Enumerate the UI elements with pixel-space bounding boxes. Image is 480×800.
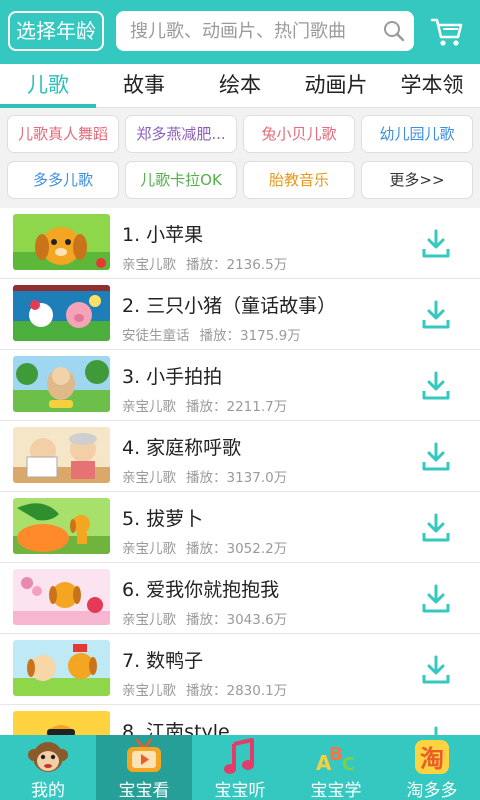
chip-dance[interactable]: 儿歌真人舞蹈	[7, 115, 119, 153]
list-item[interactable]: 8. 江南style	[0, 705, 480, 735]
play-count: 播放：2830.1万	[186, 683, 288, 699]
download-icon[interactable]	[420, 370, 452, 402]
nav-item-learn[interactable]: A B C 宝宝学	[288, 735, 384, 800]
song-meta: 亲宝儿歌 播放：3043.6万	[122, 608, 287, 628]
song-title: 2. 三只小猪（童话故事）	[122, 295, 337, 317]
list-item[interactable]: 2. 三只小猪（童话故事） 安徒生童话 播放：3175.9万	[0, 279, 480, 350]
song-title: 8. 江南style	[122, 721, 230, 735]
tao-icon: 淘	[415, 740, 449, 774]
nav-label: 宝宝学	[310, 781, 362, 800]
song-thumbnail	[13, 711, 110, 735]
play-count: 播放：3137.0万	[186, 470, 288, 486]
song-source: 亲宝儿歌	[122, 399, 176, 415]
download-icon[interactable]	[420, 725, 452, 735]
abc-icon: A B C	[316, 744, 355, 775]
play-count: 播放：3052.2万	[186, 541, 288, 557]
nav-label: 淘多多	[406, 781, 458, 800]
tab-stories[interactable]: 故事	[96, 64, 192, 108]
song-title: 6. 爱我你就抱抱我	[122, 579, 280, 601]
nav-label: 宝宝看	[118, 781, 170, 800]
song-thumbnail	[13, 569, 110, 625]
song-meta: 亲宝儿歌 播放：3137.0万	[122, 466, 287, 486]
song-meta: 安徒生童话 播放：3175.9万	[122, 324, 301, 344]
chip-duoduo[interactable]: 多多儿歌	[7, 161, 119, 199]
quick-category-chips: 儿歌真人舞蹈 郑多燕减肥... 兔小贝儿歌 幼儿园儿歌 多多儿歌 儿歌卡拉OK …	[0, 108, 480, 208]
song-source: 亲宝儿歌	[122, 683, 176, 699]
download-icon[interactable]	[420, 654, 452, 686]
shopping-cart-icon[interactable]	[430, 14, 464, 48]
nav-item-mine[interactable]: 我的	[0, 735, 96, 800]
download-icon[interactable]	[420, 441, 452, 473]
chip-kindergarten[interactable]: 幼儿园儿歌	[361, 115, 473, 153]
play-count: 播放：2136.5万	[186, 257, 288, 273]
music-note-icon	[224, 738, 254, 774]
song-title: 7. 数鸭子	[122, 650, 204, 672]
category-tabs: 儿歌 故事 绘本 动画片 学本领	[0, 64, 480, 108]
song-thumbnail	[13, 427, 110, 483]
select-age-button[interactable]: 选择年龄	[8, 11, 104, 51]
list-item[interactable]: 3. 小手拍拍 亲宝儿歌 播放：2211.7万	[0, 350, 480, 421]
search-icon[interactable]	[382, 19, 406, 43]
download-icon[interactable]	[420, 583, 452, 615]
song-list: 1. 小苹果 亲宝儿歌 播放：2136.5万 2. 三只小猪（童话故事） 安徒生童…	[0, 208, 480, 735]
bottom-navigation: 我的 宝宝看 宝宝听 A B C 宝宝学 淘 淘多多	[0, 735, 480, 800]
svg-text:淘: 淘	[420, 745, 444, 773]
list-item[interactable]: 4. 家庭称呼歌 亲宝儿歌 播放：3137.0万	[0, 421, 480, 492]
play-count: 播放：2211.7万	[186, 399, 288, 415]
song-title: 1. 小苹果	[122, 224, 204, 246]
song-thumbnail	[13, 285, 110, 341]
tab-learn-skills[interactable]: 学本领	[384, 64, 480, 108]
tv-icon	[127, 738, 161, 772]
svg-text:B: B	[329, 744, 343, 765]
song-thumbnail	[13, 640, 110, 696]
song-source: 亲宝儿歌	[122, 541, 176, 557]
play-count: 播放：3175.9万	[199, 328, 301, 344]
chip-prenatal-music[interactable]: 胎教音乐	[243, 161, 355, 199]
monkey-icon	[28, 742, 68, 772]
search-input[interactable]	[130, 11, 380, 51]
song-source: 亲宝儿歌	[122, 612, 176, 628]
chip-more[interactable]: 更多>>	[361, 161, 473, 199]
nav-item-listen[interactable]: 宝宝听	[192, 735, 288, 800]
song-meta: 亲宝儿歌 播放：3052.2万	[122, 537, 287, 557]
list-item[interactable]: 5. 拔萝卜 亲宝儿歌 播放：3052.2万	[0, 492, 480, 563]
nav-item-shop[interactable]: 淘 淘多多	[384, 735, 480, 800]
song-source: 安徒生童话	[122, 328, 190, 344]
chip-fitness[interactable]: 郑多燕减肥...	[125, 115, 237, 153]
song-title: 5. 拔萝卜	[122, 508, 204, 530]
svg-text:C: C	[342, 754, 355, 775]
download-icon[interactable]	[420, 228, 452, 260]
download-icon[interactable]	[420, 512, 452, 544]
list-item[interactable]: 1. 小苹果 亲宝儿歌 播放：2136.5万	[0, 208, 480, 279]
tab-children-songs[interactable]: 儿歌	[0, 64, 96, 108]
song-meta: 亲宝儿歌 播放：2830.1万	[122, 679, 287, 699]
song-thumbnail	[13, 498, 110, 554]
download-icon[interactable]	[420, 299, 452, 331]
nav-label: 我的	[31, 781, 65, 800]
tab-cartoons[interactable]: 动画片	[288, 64, 384, 108]
song-meta: 亲宝儿歌 播放：2211.7万	[122, 395, 287, 415]
song-thumbnail	[13, 356, 110, 412]
nav-label: 宝宝听	[214, 781, 266, 800]
song-title: 3. 小手拍拍	[122, 366, 223, 388]
chip-karaoke[interactable]: 儿歌卡拉OK	[125, 161, 237, 199]
song-source: 亲宝儿歌	[122, 257, 176, 273]
list-item[interactable]: 7. 数鸭子 亲宝儿歌 播放：2830.1万	[0, 634, 480, 705]
search-box[interactable]	[116, 11, 414, 51]
song-thumbnail	[13, 214, 110, 270]
song-meta: 亲宝儿歌 播放：2136.5万	[122, 253, 287, 273]
play-count: 播放：3043.6万	[186, 612, 288, 628]
chip-tuxiaobei[interactable]: 兔小贝儿歌	[243, 115, 355, 153]
list-item[interactable]: 6. 爱我你就抱抱我 亲宝儿歌 播放：3043.6万	[0, 563, 480, 634]
song-title: 4. 家庭称呼歌	[122, 437, 242, 459]
nav-item-watch[interactable]: 宝宝看	[96, 735, 192, 800]
top-bar: 选择年龄	[0, 0, 480, 64]
song-source: 亲宝儿歌	[122, 470, 176, 486]
tab-picture-books[interactable]: 绘本	[192, 64, 288, 108]
